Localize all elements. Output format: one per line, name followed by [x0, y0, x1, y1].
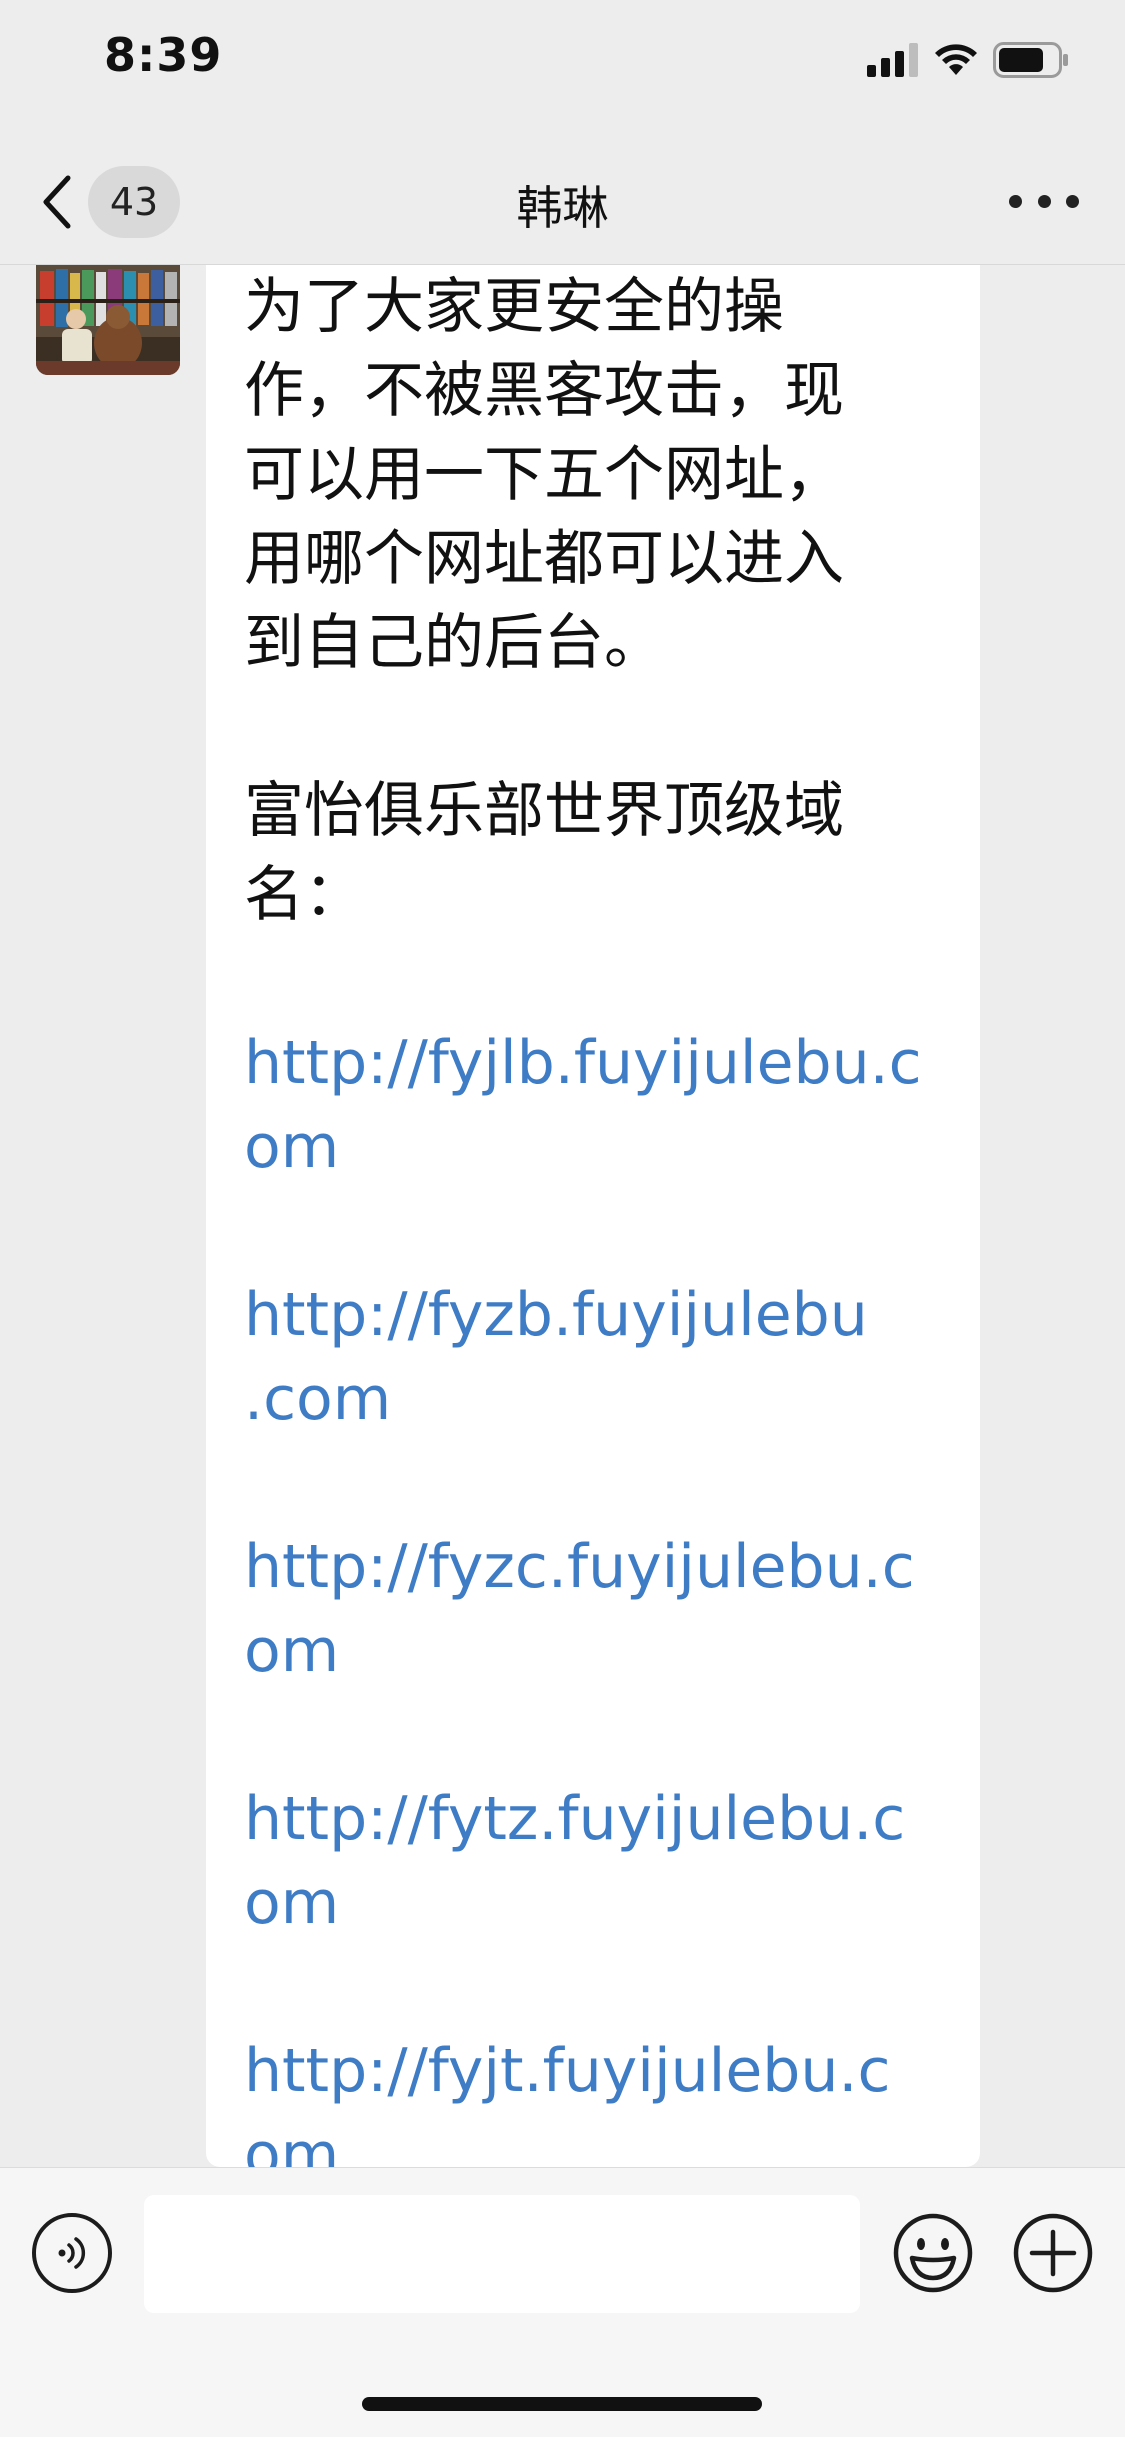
wifi-icon	[935, 44, 977, 75]
more-functions-button[interactable]	[1012, 2212, 1094, 2294]
message-text: 为了大家更安全的操 作，不被黑客攻击，现 可以用一下五个网址， 用哪个网址都可以进入到…	[244, 265, 944, 2167]
domain-heading-line: 富怡俱乐部世界顶级域	[244, 776, 844, 846]
message-input[interactable]	[144, 2195, 860, 2313]
cellular-signal-icon	[867, 43, 918, 77]
emoji-button[interactable]	[892, 2212, 974, 2294]
intro-line: 可以用一下五个网址，	[244, 440, 844, 510]
status-bar: 8:39	[0, 0, 1125, 120]
chat-header: 43 韩琳	[0, 120, 1125, 265]
intro-line: 作，不被黑客攻击，现	[244, 356, 844, 426]
battery-icon	[993, 42, 1068, 78]
url-link-1[interactable]: http://fyjlb.fuyijulebu.c om	[244, 1021, 944, 1189]
more-dots-icon	[1009, 194, 1022, 208]
status-icons	[867, 40, 1069, 80]
domain-heading-line: 名：	[244, 860, 364, 930]
more-options-button[interactable]	[1009, 186, 1079, 216]
chat-area[interactable]: 为了大家更安全的操 作，不被黑客攻击，现 可以用一下五个网址， 用哪个网址都可以进入到…	[0, 265, 1125, 2167]
plus-circle-icon	[1013, 2213, 1093, 2293]
intro-line: 为了大家更安全的操	[244, 272, 784, 342]
url-link-3[interactable]: http://fyzc.fuyijulebu.c om	[244, 1525, 944, 1693]
message-bubble[interactable]: 为了大家更安全的操 作，不被黑客攻击，现 可以用一下五个网址， 用哪个网址都可以进入到…	[206, 265, 980, 2167]
emoji-icon	[893, 2213, 973, 2293]
url-link-2[interactable]: http://fyzb.fuyijulebu .com	[244, 1273, 944, 1441]
url-link-5[interactable]: http://fyjt.fuyijulebu.c om	[244, 2029, 944, 2167]
avatar-photo	[36, 265, 180, 375]
input-bar	[0, 2167, 1125, 2437]
voice-input-icon	[58, 2237, 86, 2269]
sender-avatar[interactable]	[36, 265, 180, 375]
chat-title: 韩琳	[516, 181, 609, 235]
home-indicator[interactable]	[362, 2397, 762, 2411]
status-time: 8:39	[104, 28, 223, 82]
intro-line: 到自己的后台。	[244, 608, 664, 678]
url-link-4[interactable]: http://fytz.fuyijulebu.c om	[244, 1777, 944, 1945]
voice-input-button[interactable]	[32, 2213, 112, 2293]
intro-line: 用哪个网址都可以进入	[244, 524, 844, 594]
